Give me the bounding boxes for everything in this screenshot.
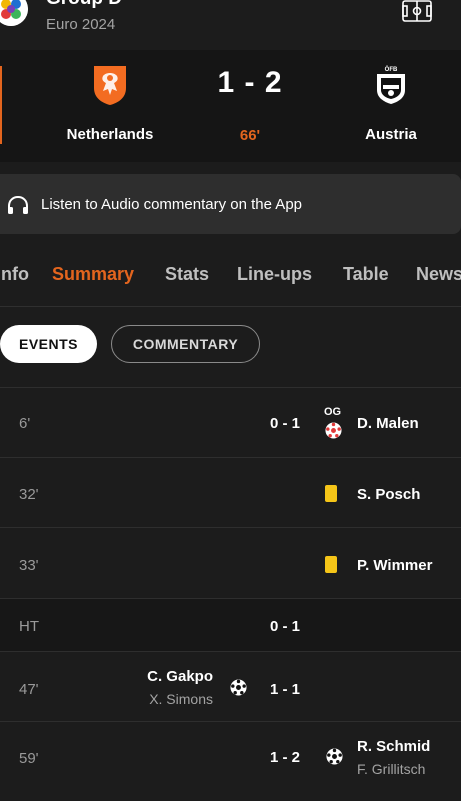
tab-news[interactable]: News [416, 264, 461, 285]
event-row[interactable]: 47' C. Gakpo X. Simons 1 - 1 [0, 651, 461, 722]
event-score: 0 - 1 [269, 415, 300, 432]
tab-stats[interactable]: Stats [165, 264, 209, 285]
event-assist: X. Simons [149, 691, 213, 707]
event-row[interactable]: 33' P. Wimmer [0, 527, 461, 599]
goal-ball-icon [230, 679, 247, 696]
event-player: C. Gakpo [147, 668, 213, 685]
match-header: Group D Euro 2024 [0, 0, 461, 50]
tab-table[interactable]: Table [343, 264, 389, 285]
tab-summary[interactable]: Summary [52, 264, 134, 285]
events-toggle-button[interactable]: EVENTS [0, 325, 97, 363]
event-score: 1 - 1 [269, 681, 300, 698]
scoreboard: Netherlands 1 - 2 66' ÖFB Austria [0, 50, 461, 162]
event-player: S. Posch [357, 486, 421, 503]
event-score: 1 - 2 [269, 749, 300, 766]
accent-bar [0, 66, 2, 144]
event-minute: 6' [19, 415, 31, 432]
match-score: 1 - 2 [217, 66, 283, 99]
match-minute: 66' [239, 127, 261, 144]
event-minute: 33' [19, 557, 39, 574]
event-row-half-time: HT 0 - 1 [0, 598, 461, 652]
group-title: Group D [46, 0, 122, 10]
own-goal-ball-icon [325, 422, 342, 439]
tabs-divider [0, 306, 461, 307]
event-minute: 32' [19, 486, 39, 503]
event-row[interactable]: 59' 1 - 2 R. Schmid F. Grillitsch [0, 721, 461, 801]
yellow-card-icon [325, 556, 337, 573]
event-player: D. Malen [357, 415, 419, 432]
away-team-name[interactable]: Austria [321, 126, 461, 143]
event-score: 0 - 1 [269, 618, 300, 635]
headphones-icon [8, 195, 28, 214]
home-team-name[interactable]: Netherlands [40, 126, 180, 143]
event-row[interactable]: 6' 0 - 1 OG D. Malen [0, 387, 461, 458]
event-row[interactable]: 32' S. Posch [0, 457, 461, 528]
competition-name: Euro 2024 [46, 16, 116, 33]
event-assist: F. Grillitsch [357, 761, 426, 777]
event-player: P. Wimmer [357, 557, 433, 574]
event-minute: HT [19, 618, 39, 635]
event-player: R. Schmid [357, 738, 431, 755]
tab-line-ups[interactable]: Line-ups [237, 264, 312, 285]
own-goal-label: OG [324, 406, 342, 418]
yellow-card-icon [325, 485, 337, 502]
event-minute: 47' [19, 681, 39, 698]
netherlands-crest-icon[interactable] [92, 64, 128, 106]
goal-ball-icon [326, 748, 343, 765]
austria-crest-icon[interactable]: ÖFB [373, 64, 409, 106]
audio-commentary-banner[interactable]: Listen to Audio commentary on the App [0, 174, 461, 234]
tab-info[interactable]: Info [0, 264, 29, 285]
svg-text:ÖFB: ÖFB [385, 66, 398, 73]
euro-2024-logo-icon [0, 0, 28, 26]
match-tabs: Info Summary Stats Line-ups Table News [0, 264, 461, 294]
pitch-icon[interactable] [402, 0, 432, 22]
audio-commentary-text: Listen to Audio commentary on the App [41, 196, 302, 213]
event-minute: 59' [19, 750, 39, 767]
commentary-toggle-button[interactable]: COMMENTARY [111, 325, 260, 363]
